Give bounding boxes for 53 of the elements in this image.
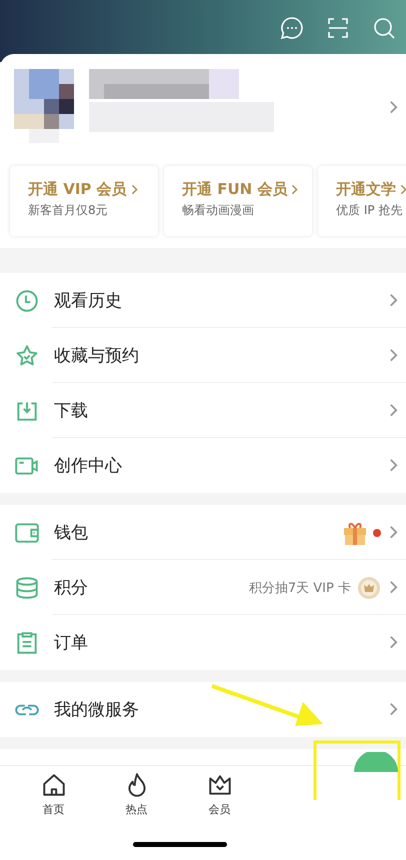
chevron-icon bbox=[389, 403, 398, 418]
vip-card[interactable]: 开通 VIP 会员 新客首月仅8元 bbox=[10, 166, 158, 236]
chevron-icon bbox=[389, 100, 398, 114]
home-icon bbox=[40, 772, 66, 798]
menu-label: 积分 bbox=[54, 577, 89, 599]
menu-row[interactable]: 创作中心 bbox=[0, 438, 406, 493]
menu-row[interactable]: 钱包 bbox=[0, 505, 406, 560]
clock-icon bbox=[14, 288, 40, 314]
chevron-icon bbox=[389, 702, 398, 717]
chevron-icon bbox=[389, 580, 398, 595]
vip-card-title: 开通文学 bbox=[336, 180, 396, 199]
menu-label: 创作中心 bbox=[54, 455, 123, 477]
vip-card[interactable]: 开通 FUN 会员 畅看动画漫画 bbox=[164, 166, 312, 236]
points-hint: 积分抽7天 VIP 卡 bbox=[248, 580, 351, 596]
menu-label: 观看历史 bbox=[54, 290, 123, 312]
menu-row[interactable]: 订单 bbox=[0, 615, 406, 670]
tab-label: 会员 bbox=[208, 802, 230, 817]
chevron-icon bbox=[400, 184, 406, 196]
chevron-icon bbox=[130, 184, 138, 196]
chevron-icon bbox=[389, 348, 398, 363]
message-icon[interactable] bbox=[280, 16, 304, 40]
menu-label: 收藏与预约 bbox=[54, 345, 140, 367]
vip-card-subtitle: 新客首月仅8元 bbox=[28, 202, 109, 219]
tab-bar-item[interactable]: 热点 bbox=[95, 766, 178, 860]
menu-row[interactable]: 积分 积分抽7天 VIP 卡 bbox=[0, 560, 406, 615]
vip-card-subtitle: 优质 IP 抢先 bbox=[336, 202, 404, 219]
chevron-icon bbox=[389, 458, 398, 473]
tab-label: 热点 bbox=[126, 802, 148, 817]
menu-row[interactable]: 观看历史 bbox=[0, 273, 406, 328]
chevron-icon bbox=[389, 293, 398, 308]
menu-label: 订单 bbox=[54, 632, 89, 654]
coins-icon bbox=[14, 574, 40, 600]
chevron-icon bbox=[389, 635, 398, 650]
chevron-icon bbox=[389, 525, 398, 540]
menu-label: 钱包 bbox=[54, 522, 89, 544]
menu-row[interactable]: 我的微服务 bbox=[0, 682, 406, 737]
menu-label: 下载 bbox=[54, 400, 89, 422]
floating-button[interactable] bbox=[352, 752, 400, 772]
scan-icon[interactable] bbox=[326, 16, 350, 40]
crown-coin-icon bbox=[357, 576, 381, 600]
menu-row[interactable]: 收藏与预约 bbox=[0, 328, 406, 383]
tab-label: 首页 bbox=[42, 802, 64, 817]
vip-card[interactable]: 开通文学 优质 IP 抢先 bbox=[318, 166, 406, 236]
tab-bar-item[interactable]: 首页 bbox=[12, 766, 95, 860]
vip-card-title: 开通 VIP 会员 bbox=[28, 180, 127, 199]
tab-bar-item[interactable]: 会员 bbox=[178, 766, 261, 860]
menu-label: 我的微服务 bbox=[54, 699, 140, 721]
star-icon bbox=[14, 342, 40, 368]
vip-card-title: 开通 FUN 会员 bbox=[182, 180, 288, 199]
search-icon[interactable] bbox=[372, 16, 396, 40]
menu-row[interactable]: 下载 bbox=[0, 383, 406, 438]
chevron-icon bbox=[291, 184, 298, 196]
vip-card-subtitle: 畅看动画漫画 bbox=[182, 202, 255, 219]
